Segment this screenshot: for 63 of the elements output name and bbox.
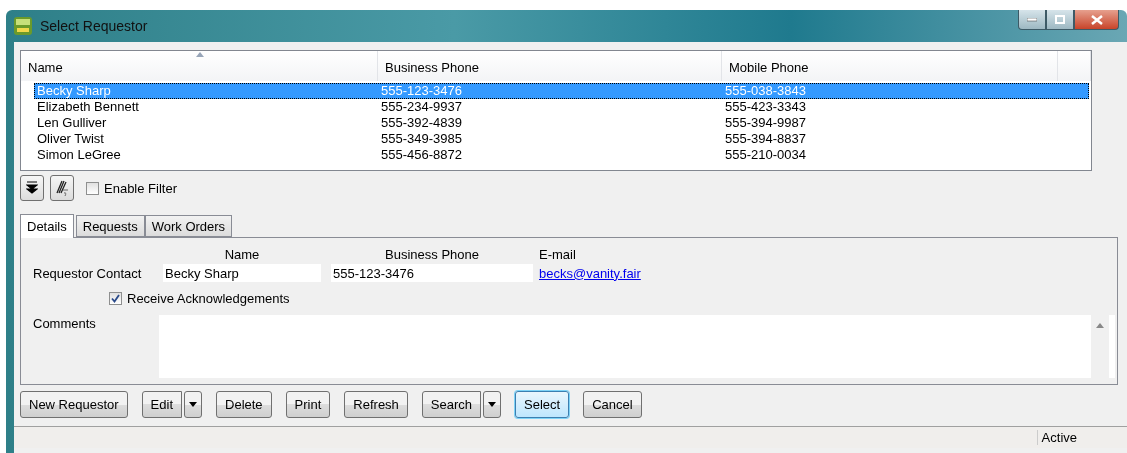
list-cell-text: 555-038-3843	[724, 83, 807, 99]
action-button[interactable]: Print	[285, 390, 331, 418]
row-label: Requestor Contact	[33, 265, 143, 281]
column-header[interactable]: Name	[21, 51, 378, 81]
list-cell-text: 555-392-4839	[380, 115, 463, 131]
field-heading: Business Phone	[385, 247, 479, 262]
list-cell-text: 555-456-8872	[380, 147, 463, 163]
name-field[interactable]: Becky Sharp	[163, 264, 321, 282]
app-logo-icon	[14, 17, 32, 35]
minimize-icon	[1027, 17, 1037, 22]
close-button[interactable]	[1074, 10, 1119, 30]
list-cell-text: 555-123-3476	[380, 83, 463, 99]
caret-icon	[189, 401, 197, 407]
list-cell-text: 555-210-0034	[724, 147, 807, 163]
enable-filter-checkbox[interactable]: Enable Filter	[86, 180, 177, 196]
list-row[interactable]: Elizabeth Bennett 555-234-9937 555-423-3343	[34, 99, 1089, 115]
action-button[interactable]: Cancel	[583, 390, 642, 418]
action-button[interactable]: Search	[421, 390, 482, 418]
list-cell-text: 555-394-8837	[724, 131, 807, 147]
list-row[interactable]: Simon LeGree 555-456-8872 555-210-0034	[34, 147, 1089, 163]
action-button[interactable]: Refresh	[344, 390, 408, 418]
list-cell-text: Becky Sharp	[36, 83, 112, 99]
list-row[interactable]: Oliver Twist 555-349-3985 555-394-8837	[34, 131, 1089, 147]
list-cell-text: Len Gulliver	[36, 115, 108, 131]
list-cell-text: 555-234-9937	[380, 99, 463, 115]
comments-field[interactable]	[159, 315, 1115, 378]
phone-field[interactable]: 555-123-3476	[331, 264, 533, 282]
column-header[interactable]: Mobile Phone	[722, 51, 1058, 81]
dropdown-button[interactable]	[483, 390, 502, 418]
status-text: Active	[1036, 430, 1077, 445]
expand-button[interactable]	[20, 175, 44, 201]
maximize-icon	[1055, 15, 1065, 24]
pencil-icon	[54, 179, 70, 197]
action-button[interactable]: Delete	[216, 390, 272, 418]
list-cell-text: 555-423-3343	[724, 99, 807, 115]
minimize-button[interactable]	[1018, 10, 1046, 30]
column-header[interactable]: Business Phone	[378, 51, 722, 81]
list-cell-text: 555-394-9987	[724, 115, 807, 131]
close-icon	[1090, 14, 1103, 25]
acknowledgements-checkbox[interactable]: Receive Acknowledgements	[109, 284, 1115, 312]
tab[interactable]: Details	[20, 214, 74, 238]
field-heading: Name	[224, 247, 260, 262]
tab[interactable]: Requests	[75, 215, 145, 237]
checkmark-icon	[111, 293, 120, 303]
tab[interactable]: Work Orders	[144, 215, 233, 237]
email-link[interactable]: becks@vanity.fair	[539, 265, 1115, 281]
list-cell-text: Oliver Twist	[36, 131, 105, 147]
list-row[interactable]: Len Gulliver 555-392-4839 555-394-9987	[34, 115, 1089, 131]
maximize-button[interactable]	[1046, 10, 1074, 30]
edit-filter-button[interactable]	[50, 175, 74, 201]
scroll-up-icon	[1096, 323, 1104, 328]
list-cell-text: Simon LeGree	[36, 147, 122, 163]
list-cell-text: 555-349-3985	[380, 131, 463, 147]
action-button[interactable]: Select	[515, 390, 570, 418]
dropdown-button[interactable]	[184, 390, 202, 418]
action-button[interactable]: Edit	[141, 390, 182, 418]
window-title: Select Requestor	[40, 18, 148, 34]
action-button[interactable]: New Requestor	[20, 390, 128, 418]
list-cell-text: Elizabeth Bennett	[36, 99, 140, 115]
field-heading: E-mail	[539, 247, 576, 262]
double-down-arrow-icon	[26, 181, 38, 195]
caret-icon	[488, 401, 497, 407]
comments-label: Comments	[33, 316, 97, 331]
